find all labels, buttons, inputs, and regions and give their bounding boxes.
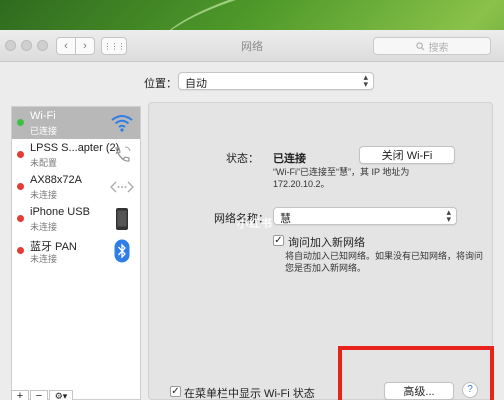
iphone-icon	[110, 207, 134, 231]
turn-off-wifi-button[interactable]: 关闭 Wi-Fi	[359, 146, 455, 164]
status-dot-red	[17, 183, 24, 190]
highlight-annotation-box	[338, 346, 494, 400]
service-status: 已连接	[30, 126, 58, 136]
bluetooth-icon	[110, 239, 134, 263]
service-status: 未连接	[30, 254, 58, 264]
location-row: 位置： 自动 ▴ ▾	[0, 70, 504, 92]
service-status: 未连接	[30, 222, 58, 232]
service-name: AX88x72A	[30, 174, 82, 186]
ask-join-description-line1: 将自动加入已知网络。如果没有已知网络，将询问	[285, 251, 484, 261]
status-dot-green	[17, 119, 24, 126]
service-item-lpss[interactable]: LPSS S...apter (2) 未配置	[12, 139, 140, 171]
status-dot-red	[17, 215, 24, 222]
show-wifi-status-checkbox[interactable]: ✓	[170, 386, 181, 397]
service-item-iphone-usb[interactable]: iPhone USB 未连接	[12, 203, 140, 235]
service-list: Wi-Fi 已连接 LPSS S...apter (2) 未配置 AX88x72…	[11, 106, 141, 400]
magnifier-icon	[415, 41, 424, 50]
status-dot-red	[17, 247, 24, 254]
network-name-value: 慧	[280, 213, 291, 225]
service-status: 未连接	[30, 190, 58, 200]
ask-join-description-line2: 您是否加入新网络。	[285, 263, 367, 273]
ethernet-icon	[110, 175, 134, 199]
wifi-icon	[110, 111, 134, 135]
add-service-button[interactable]: +	[11, 390, 29, 400]
location-select[interactable]: 自动 ▴ ▾	[178, 72, 374, 90]
status-description-line1: “Wi-Fi”已连接至“慧”，其 IP 地址为	[273, 167, 410, 177]
location-value: 自动	[185, 78, 207, 90]
status-value: 已连接	[273, 153, 306, 165]
watermark-text: 小红书	[237, 218, 273, 230]
ask-join-checkbox[interactable]: ✓	[273, 235, 284, 246]
status-label: 状态：	[226, 153, 259, 165]
status-description-line2: 172.20.10.2。	[273, 179, 330, 189]
ask-join-label: 询问加入新网络	[288, 237, 365, 249]
search-placeholder: 搜索	[428, 42, 449, 54]
show-wifi-status-label: 在菜单栏中显示 Wi-Fi 状态	[184, 388, 315, 400]
gear-icon[interactable]: ⚙▾	[49, 390, 73, 400]
updown-arrows-icon: ▴ ▾	[363, 72, 368, 89]
location-label: 位置：	[144, 78, 177, 90]
status-dot-red	[17, 151, 24, 158]
service-name: Wi-Fi	[30, 110, 56, 122]
service-name: iPhone USB	[30, 206, 90, 218]
service-name: LPSS S...apter (2)	[30, 142, 120, 154]
remove-service-button[interactable]: −	[30, 390, 48, 400]
network-name-select[interactable]: 慧 ▴ ▾	[273, 207, 457, 225]
service-status: 未配置	[30, 158, 58, 168]
service-list-toolbar: + − ⚙▾	[11, 390, 141, 400]
service-item-wifi[interactable]: Wi-Fi 已连接	[12, 107, 140, 139]
titlebar: ‹ › ⋮⋮⋮ 网络 搜索	[0, 30, 504, 62]
phone-icon	[110, 143, 134, 167]
service-item-bluetooth-pan[interactable]: 蓝牙 PAN 未连接	[12, 235, 140, 267]
search-field[interactable]: 搜索	[373, 37, 491, 55]
updown-arrows-icon: ▴ ▾	[446, 207, 451, 224]
service-item-ax88x72a[interactable]: AX88x72A 未连接	[12, 171, 140, 203]
turn-off-wifi-label: 关闭 Wi-Fi	[381, 150, 433, 162]
